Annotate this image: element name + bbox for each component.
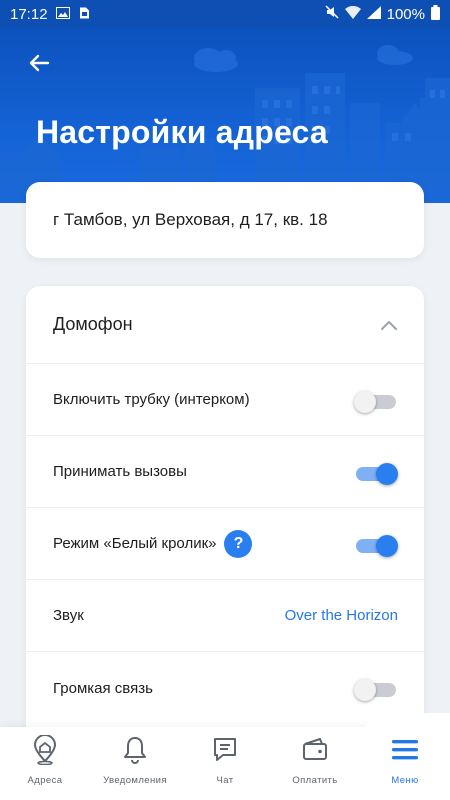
signal-icon — [366, 5, 381, 23]
wallet-icon — [303, 738, 327, 760]
tab-label: Адреса — [27, 775, 63, 786]
bottom-tab-bar: Адреса Уведомления Чат Оплатить Меню — [0, 713, 450, 800]
setting-label: Включить трубку (интерком) — [53, 391, 250, 408]
toggle-knob — [376, 534, 398, 557]
wifi-icon — [344, 5, 361, 23]
sound-value-link[interactable]: Over the Horizon — [285, 607, 398, 624]
setting-label-wrap: Режим «Белый кролик» ? — [53, 529, 253, 558]
setting-label: Принимать вызовы — [53, 463, 187, 480]
white-rabbit-toggle[interactable] — [356, 533, 398, 557]
tab-label: Чат — [216, 775, 234, 786]
status-bar: 17:12 100% — [0, 0, 450, 28]
sim-icon — [78, 6, 90, 23]
intercom-section-header[interactable]: Домофон — [26, 286, 424, 364]
setting-label: Режим «Белый кролик» — [53, 535, 217, 552]
tab-addresses[interactable]: Адреса — [0, 727, 90, 800]
setting-label: Громкая связь — [53, 679, 153, 697]
tab-menu[interactable]: Меню — [360, 727, 450, 800]
setting-row-handset: Включить трубку (интерком) — [26, 364, 424, 436]
setting-row-white-rabbit: Режим «Белый кролик» ? — [26, 508, 424, 580]
arrow-left-icon — [29, 54, 50, 72]
mute-icon — [325, 5, 339, 23]
setting-row-speakerphone: Громкая связь — [26, 652, 424, 724]
help-button[interactable]: ? — [224, 529, 253, 558]
setting-row-accept-calls: Принимать вызовы — [26, 436, 424, 508]
tab-pay[interactable]: Оплатить — [270, 727, 360, 800]
handset-toggle[interactable] — [354, 389, 398, 413]
toggle-knob — [376, 462, 398, 485]
battery-icon — [431, 4, 440, 24]
speakerphone-toggle[interactable] — [354, 677, 398, 701]
accept-calls-toggle[interactable] — [356, 461, 398, 485]
battery-percent: 100% — [386, 5, 425, 23]
back-button[interactable] — [22, 48, 56, 78]
chevron-up-icon[interactable] — [380, 319, 398, 331]
location-pin-icon — [33, 735, 57, 765]
address-text: г Тамбов, ул Верховая, д 17, кв. 18 — [53, 210, 328, 229]
tab-label: Оплатить — [292, 775, 338, 786]
setting-row-sound[interactable]: Звук Over the Horizon — [26, 580, 424, 652]
header: Настройки адреса — [0, 28, 450, 203]
setting-label: Звук — [53, 607, 84, 624]
tab-label: Меню — [391, 775, 419, 786]
intercom-settings-card: Домофон Включить трубку (интерком) Прини… — [26, 286, 424, 746]
status-time: 17:12 — [10, 5, 48, 23]
toggle-knob — [354, 390, 376, 413]
address-card: г Тамбов, ул Верховая, д 17, кв. 18 — [26, 182, 424, 258]
chat-icon — [214, 738, 236, 761]
section-title: Домофон — [53, 314, 133, 334]
toggle-knob — [354, 679, 376, 701]
tab-chat[interactable]: Чат — [180, 727, 270, 800]
tab-label: Уведомления — [103, 775, 167, 786]
image-icon — [55, 6, 70, 23]
bell-icon — [124, 737, 146, 764]
tab-notifications[interactable]: Уведомления — [90, 727, 180, 800]
menu-icon — [392, 740, 418, 760]
page-title: Настройки адреса — [36, 114, 328, 150]
